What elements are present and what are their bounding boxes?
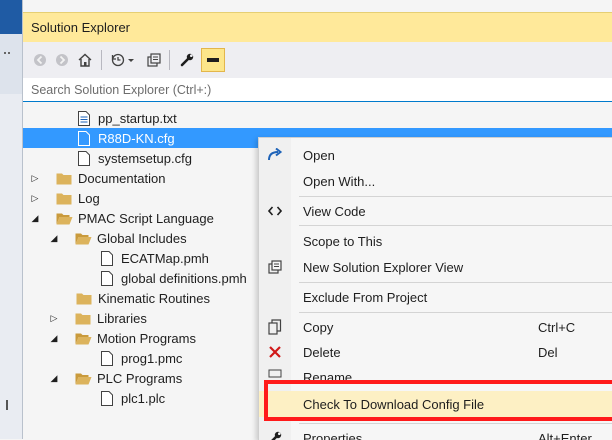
annotation-highlight-box [264, 380, 612, 421]
preview-icon[interactable] [201, 48, 225, 72]
adjacent-window-marker [6, 400, 8, 410]
menu-item-label: Open [303, 148, 335, 163]
tree-item-label: Global Includes [97, 231, 187, 246]
file-icon [98, 390, 116, 406]
folder-icon [74, 310, 92, 326]
menu-separator [299, 312, 612, 313]
menu-item-label: New Solution Explorer View [303, 260, 463, 275]
adjacent-window-edge [0, 0, 23, 439]
tree-item-label: R88D-KN.cfg [98, 131, 175, 146]
menu-separator [299, 225, 612, 226]
new-view-icon [259, 254, 291, 280]
home-icon[interactable] [75, 48, 95, 72]
tree-item-label: Documentation [78, 171, 165, 186]
tree-item-label: ECATMap.pmh [121, 251, 209, 266]
menu-item-copy[interactable]: Copy Ctrl+C [259, 314, 612, 340]
wrench-icon [259, 425, 291, 440]
collapse-arrow-icon[interactable]: ◢ [48, 373, 60, 384]
tree-item-label: Log [78, 191, 100, 206]
rename-icon [259, 366, 291, 380]
tree-item-label: prog1.pmc [121, 351, 182, 366]
expand-arrow-icon[interactable]: ▷ [48, 313, 60, 324]
tree-item-file[interactable]: pp_startup.txt [23, 108, 612, 128]
open-folder-icon [74, 370, 92, 386]
search-input[interactable]: Search Solution Explorer (Ctrl+:) [23, 78, 612, 102]
menu-item-label: Copy [303, 320, 333, 335]
collapse-arrow-icon[interactable]: ◢ [48, 233, 60, 244]
file-icon [75, 150, 93, 166]
open-folder-icon [74, 230, 92, 246]
forward-icon[interactable] [53, 48, 71, 72]
collapse-arrow-icon[interactable]: ◢ [29, 213, 41, 224]
toolbar-separator [169, 50, 170, 70]
new-view-icon[interactable] [145, 48, 163, 72]
back-icon[interactable] [31, 48, 49, 72]
menu-item-scope-to-this[interactable]: Scope to This [259, 228, 612, 254]
tree-item-label: pp_startup.txt [98, 111, 177, 126]
folder-icon [55, 190, 73, 206]
menu-item-view-code[interactable]: View Code [259, 198, 612, 224]
properties-icon[interactable] [177, 48, 197, 72]
tree-item-label: global definitions.pmh [121, 271, 247, 286]
expand-arrow-icon[interactable]: ▷ [29, 173, 41, 184]
copy-icon [259, 314, 291, 340]
menu-item-shortcut: Ctrl+C [538, 320, 575, 335]
file-icon [98, 250, 116, 266]
grip-icon [4, 52, 10, 60]
code-icon [259, 198, 291, 224]
tree-item-label: systemsetup.cfg [98, 151, 192, 166]
adjacent-window-titlebar [0, 0, 22, 34]
tree-item-label: Libraries [97, 311, 147, 326]
expand-arrow-icon[interactable]: ▷ [29, 193, 41, 204]
open-folder-icon [55, 210, 73, 226]
menu-item-label: Exclude From Project [303, 290, 427, 305]
menu-item-label: Delete [303, 345, 341, 360]
toolbar-separator [101, 50, 102, 70]
file-icon [98, 350, 116, 366]
menu-item-label: Open With... [303, 174, 375, 189]
history-icon[interactable] [109, 48, 139, 72]
menu-item-label: Rename [303, 370, 352, 380]
file-icon [75, 130, 93, 146]
menu-item-label: Scope to This [303, 234, 382, 249]
menu-item-delete[interactable]: Delete Del [259, 339, 612, 365]
collapse-arrow-icon[interactable]: ◢ [48, 333, 60, 344]
file-icon [98, 270, 116, 286]
menu-item-properties[interactable]: Properties Alt+Enter [259, 425, 612, 440]
text-file-icon [75, 110, 93, 126]
menu-item-open-with[interactable]: Open With... [259, 168, 612, 194]
tree-item-label: plc1.plc [121, 391, 165, 406]
menu-item-label: View Code [303, 204, 366, 219]
menu-separator [299, 423, 612, 424]
tree-item-label: Motion Programs [97, 331, 196, 346]
tree-item-label: PLC Programs [97, 371, 182, 386]
menu-item-rename[interactable]: Rename [259, 366, 612, 380]
open-arrow-icon [259, 142, 291, 168]
menu-separator [299, 282, 612, 283]
solution-explorer-toolbar [23, 42, 612, 79]
menu-item-open[interactable]: Open [259, 142, 612, 168]
panel-title[interactable]: Solution Explorer [23, 12, 612, 42]
menu-separator [299, 196, 612, 197]
delete-icon [259, 339, 291, 365]
menu-item-new-view[interactable]: New Solution Explorer View [259, 254, 612, 280]
adjacent-window-toolbar [0, 34, 22, 94]
tree-item-label: Kinematic Routines [98, 291, 210, 306]
tree-item-label: PMAC Script Language [78, 211, 214, 226]
folder-icon [75, 290, 93, 306]
folder-icon [55, 170, 73, 186]
menu-item-exclude[interactable]: Exclude From Project [259, 284, 612, 310]
menu-item-shortcut: Del [538, 345, 558, 360]
open-folder-icon [74, 330, 92, 346]
